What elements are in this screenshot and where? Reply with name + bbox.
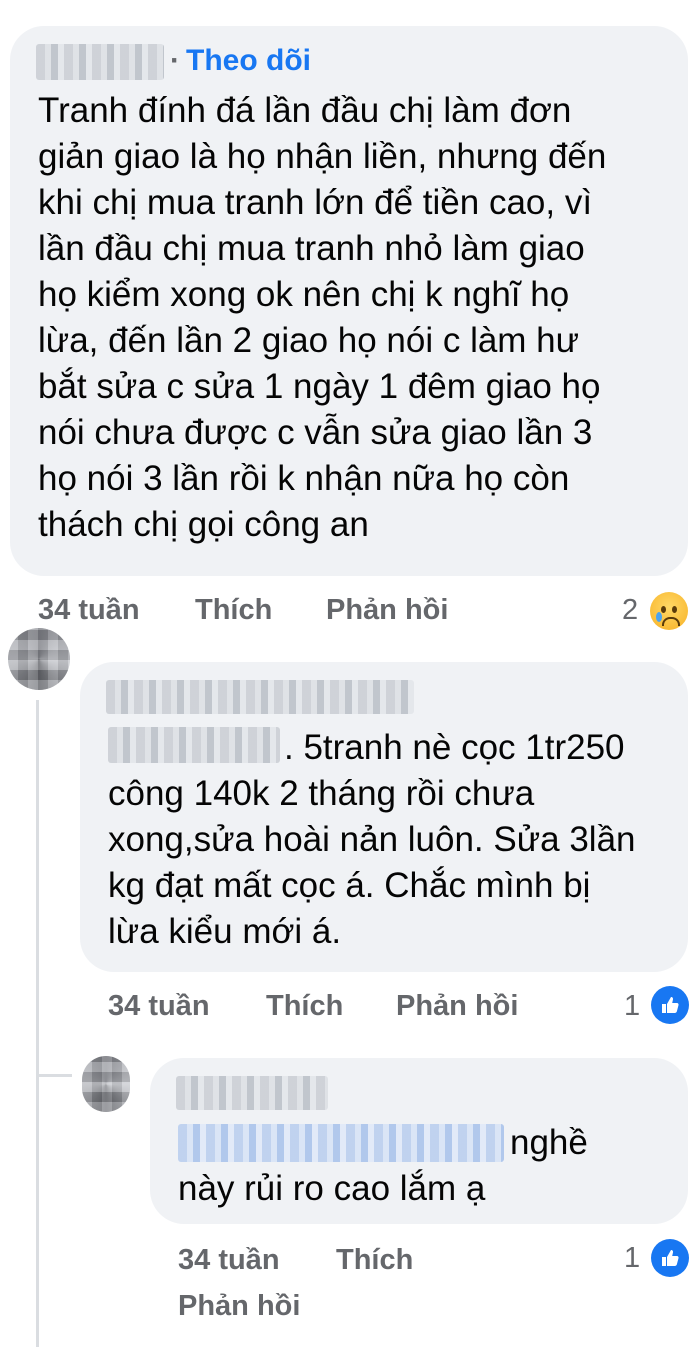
like-icon[interactable] bbox=[651, 1239, 689, 1277]
comment-3-text-first-line: nghề bbox=[510, 1123, 588, 1162]
avatar[interactable] bbox=[8, 628, 70, 690]
comment-2-reaction-count[interactable]: 1 bbox=[624, 990, 640, 1023]
sad-emoji-icon[interactable] bbox=[650, 592, 688, 630]
comment-2-reply-button[interactable]: Phản hồi bbox=[396, 990, 518, 1023]
comment-1-reaction-count[interactable]: 2 bbox=[622, 594, 638, 627]
separator-dot: · bbox=[170, 44, 180, 77]
comment-3-reply-button[interactable]: Phản hồi bbox=[178, 1290, 300, 1323]
comment-2-timestamp[interactable]: 34 tuần bbox=[108, 990, 210, 1023]
comment-1-reply-button[interactable]: Phản hồi bbox=[326, 594, 448, 627]
follow-label[interactable]: Theo dõi bbox=[186, 44, 311, 77]
commenter-name-1-blurred[interactable] bbox=[36, 44, 164, 80]
comment-3-reaction-count[interactable]: 1 bbox=[624, 1242, 640, 1275]
follow-link[interactable]: · Theo dõi bbox=[170, 44, 311, 78]
comment-3-like-button[interactable]: Thích bbox=[336, 1244, 413, 1277]
mentioned-name-blurred[interactable] bbox=[178, 1124, 504, 1162]
mentioned-name-blurred[interactable] bbox=[108, 727, 280, 763]
comment-2-text: công 140k 2 tháng rồi chưa xong,sửa hoài… bbox=[108, 774, 636, 951]
like-icon[interactable] bbox=[651, 986, 689, 1024]
comment-2-like-button[interactable]: Thích bbox=[266, 990, 343, 1023]
comment-2-text-first-line: . 5tranh nè cọc 1tr250 bbox=[284, 728, 625, 767]
comment-3-text: này rủi ro cao lắm ạ bbox=[178, 1169, 486, 1208]
comment-3-timestamp[interactable]: 34 tuần bbox=[178, 1244, 280, 1277]
thread-line-branch bbox=[36, 1074, 72, 1077]
comment-1-text: Tranh đính đá lần đầu chị làm đơn giản g… bbox=[38, 91, 607, 544]
comment-1-like-button[interactable]: Thích bbox=[195, 594, 272, 627]
thread-line-main bbox=[36, 700, 39, 1347]
commenter-name-3-blurred[interactable] bbox=[176, 1076, 328, 1110]
avatar[interactable] bbox=[82, 1056, 130, 1112]
commenter-name-2-blurred[interactable] bbox=[106, 680, 414, 714]
comment-1-timestamp[interactable]: 34 tuần bbox=[38, 594, 140, 627]
